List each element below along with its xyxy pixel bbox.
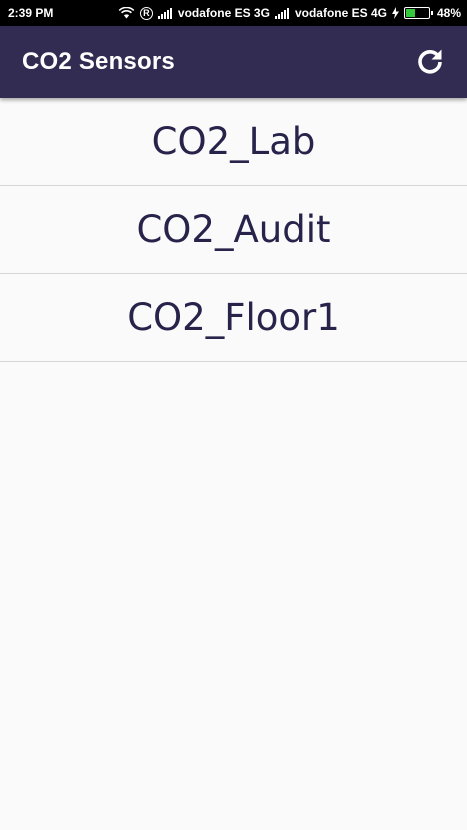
carrier-label-1: vodafone ES 3G [177, 6, 270, 20]
status-time: 2:39 PM [8, 6, 54, 20]
refresh-icon [418, 49, 442, 74]
app-bar: CO2 Sensors [0, 26, 467, 98]
list-item[interactable]: CO2_Audit [0, 186, 467, 274]
battery-level [405, 9, 416, 17]
charging-icon [391, 7, 399, 19]
page-title: CO2 Sensors [22, 48, 175, 75]
list-item[interactable]: CO2_Lab [0, 98, 467, 186]
status-bar: 2:39 PM R vodafone ES 3G vodafone ES 4G [0, 0, 467, 26]
battery-percent: 48% [436, 6, 461, 20]
signal-icon [274, 7, 289, 19]
sensor-list: CO2_Lab CO2_Audit CO2_Floor1 [0, 98, 467, 362]
battery-icon [403, 7, 433, 19]
carrier-label-2: vodafone ES 4G [294, 6, 387, 20]
status-icons: R vodafone ES 3G vodafone ES 4G 48% [118, 6, 461, 20]
refresh-button[interactable] [413, 45, 447, 79]
signal-icon [157, 7, 172, 19]
roaming-icon: R [139, 6, 153, 20]
wifi-icon [118, 7, 135, 19]
list-item[interactable]: CO2_Floor1 [0, 274, 467, 362]
